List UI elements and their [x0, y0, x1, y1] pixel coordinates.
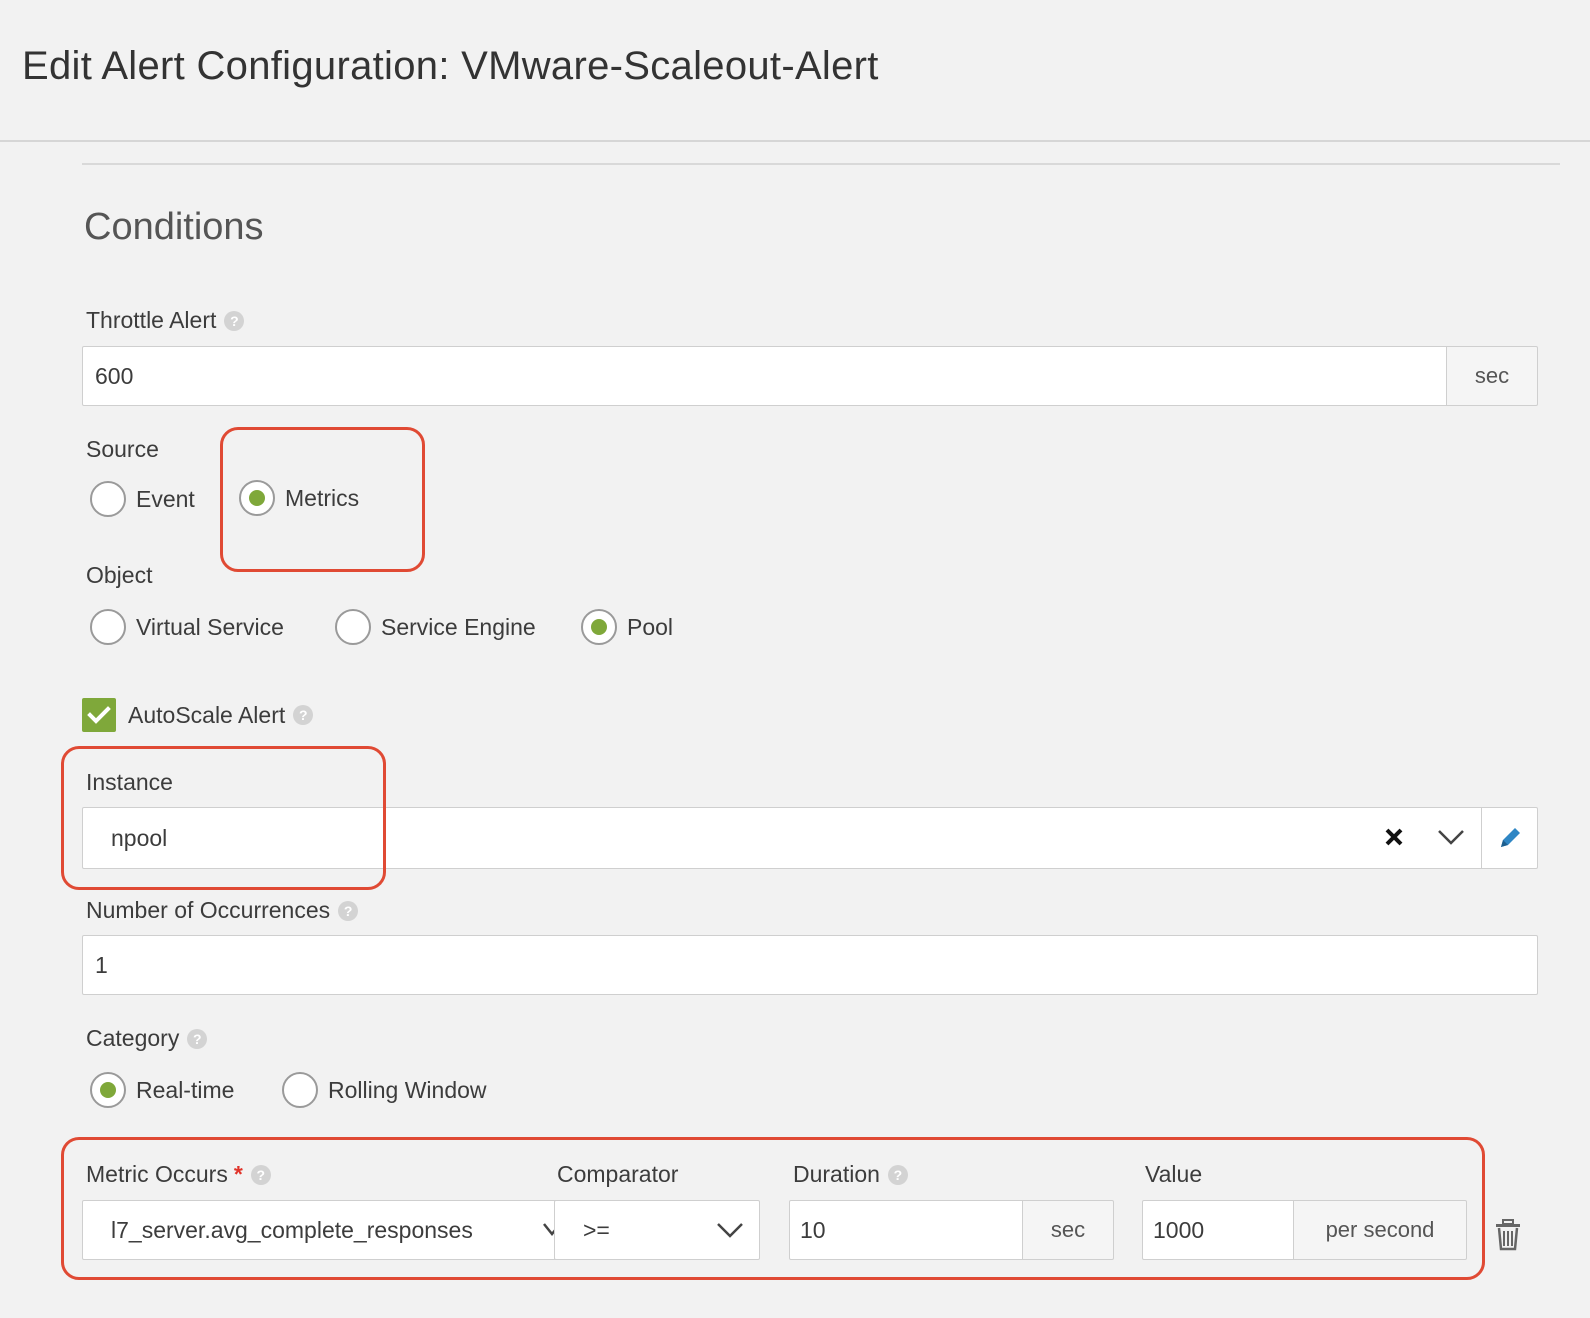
- throttle-alert-value: 600: [95, 362, 134, 389]
- help-icon[interactable]: ?: [293, 705, 314, 725]
- help-icon[interactable]: ?: [187, 1029, 208, 1049]
- source-label: Source: [86, 436, 159, 462]
- help-icon[interactable]: ?: [338, 901, 359, 921]
- throttle-alert-label: Throttle Alert?: [86, 307, 245, 334]
- throttle-alert-input[interactable]: 600: [82, 346, 1448, 406]
- highlight-box-source: [220, 427, 425, 572]
- radio-icon: [335, 609, 371, 645]
- category-label-text: Category: [86, 1025, 180, 1051]
- radio-icon: [282, 1072, 318, 1108]
- clear-icon[interactable]: [1382, 825, 1406, 849]
- category-radio-rolling-window[interactable]: Rolling Window: [282, 1072, 487, 1108]
- object-option-label: Virtual Service: [136, 613, 284, 640]
- source-option-label: Event: [136, 485, 195, 512]
- object-radio-service-engine[interactable]: Service Engine: [335, 609, 536, 645]
- object-radio-pool[interactable]: Pool: [581, 609, 673, 645]
- page-title: Edit Alert Configuration: VMware-Scaleou…: [22, 44, 879, 88]
- occurrences-label-text: Number of Occurrences: [86, 897, 331, 923]
- throttle-unit-addon: sec: [1446, 346, 1538, 406]
- chevron-down-icon[interactable]: [1436, 826, 1466, 848]
- section-divider: [82, 163, 1560, 165]
- object-option-label: Service Engine: [381, 613, 536, 640]
- category-option-label: Rolling Window: [328, 1076, 487, 1103]
- radio-selected-icon: [581, 609, 617, 645]
- pencil-icon: [1500, 828, 1520, 847]
- check-icon: [87, 706, 111, 724]
- highlight-box-instance: [61, 746, 386, 890]
- page-header: Edit Alert Configuration: VMware-Scaleou…: [0, 0, 1590, 142]
- category-option-label: Real-time: [136, 1076, 235, 1103]
- radio-icon: [90, 609, 126, 645]
- instance-edit-button[interactable]: [1481, 807, 1538, 869]
- radio-icon: [90, 481, 126, 517]
- autoscale-label: AutoScale Alert: [128, 701, 286, 728]
- occurrences-input[interactable]: 1: [82, 935, 1538, 995]
- category-label: Category?: [86, 1025, 208, 1052]
- autoscale-checkbox-row[interactable]: AutoScale Alert?: [82, 698, 314, 732]
- throttle-unit: sec: [1474, 363, 1510, 388]
- occurrences-value: 1: [95, 951, 108, 978]
- object-label: Object: [86, 562, 153, 588]
- occurrences-label: Number of Occurrences?: [86, 897, 359, 924]
- trash-icon[interactable]: [1494, 1218, 1522, 1252]
- object-radio-virtual-service[interactable]: Virtual Service: [90, 609, 284, 645]
- autoscale-checkbox[interactable]: [82, 698, 116, 732]
- conditions-title: Conditions: [84, 206, 264, 248]
- highlight-box-metric-row: [61, 1137, 1485, 1280]
- object-option-label: Pool: [627, 613, 674, 640]
- help-icon[interactable]: ?: [224, 311, 245, 331]
- source-radio-event[interactable]: Event: [90, 481, 195, 517]
- category-radio-realtime[interactable]: Real-time: [90, 1072, 234, 1108]
- radio-selected-icon: [90, 1072, 126, 1108]
- throttle-alert-label-text: Throttle Alert: [86, 307, 217, 333]
